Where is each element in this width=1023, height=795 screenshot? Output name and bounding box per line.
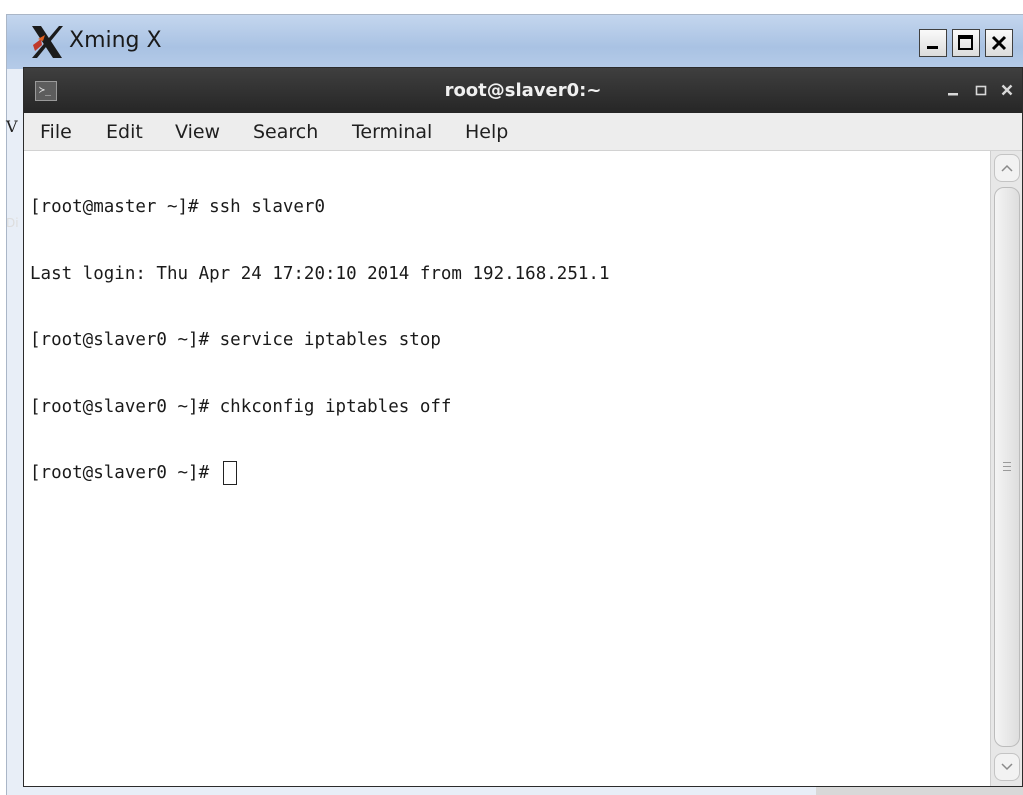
background-text-fragment: V — [6, 117, 18, 136]
terminal-line: [root@slaver0 ~]# chkconfig iptables off — [30, 396, 452, 417]
grip-line — [1003, 462, 1011, 463]
terminal-prompt-line: [root@slaver0 ~]# — [30, 460, 609, 487]
terminal-line: Last login: Thu Apr 24 17:20:10 2014 fro… — [30, 263, 610, 284]
scroll-down-button[interactable] — [994, 753, 1020, 781]
xming-minimize-button[interactable] — [919, 29, 947, 57]
close-icon — [991, 35, 1007, 51]
terminal-minimize-button[interactable] — [942, 79, 964, 101]
scroll-up-button[interactable] — [994, 154, 1020, 182]
terminal-prompt: [root@slaver0 ~]# — [30, 463, 220, 483]
text-cursor — [222, 461, 237, 485]
scroll-thumb[interactable] — [994, 187, 1020, 747]
menu-view[interactable]: View — [175, 121, 220, 143]
screen: Xming X V Di ≻_ root@slaver0:~ File Edit… — [0, 0, 1023, 795]
terminal-window-title: root@slaver0:~ — [444, 80, 602, 101]
terminal-window: ≻_ root@slaver0:~ File Edit View Search … — [23, 67, 1023, 787]
terminal-titlebar[interactable]: ≻_ root@slaver0:~ — [24, 68, 1022, 113]
xming-close-button[interactable] — [985, 29, 1013, 57]
background-text-fragment-small: Di — [6, 216, 19, 230]
menu-bar: File Edit View Search Terminal Help — [24, 113, 1022, 151]
terminal-text: [root@master ~]# ssh slaver0 Last login:… — [30, 154, 609, 527]
terminal-close-button[interactable] — [996, 79, 1018, 101]
menu-terminal[interactable]: Terminal — [352, 121, 432, 143]
menu-help[interactable]: Help — [465, 121, 508, 143]
xming-maximize-button[interactable] — [952, 29, 980, 57]
terminal-line: [root@slaver0 ~]# service iptables stop — [30, 330, 441, 350]
xming-logo-icon — [32, 26, 63, 58]
close-icon — [1001, 84, 1013, 96]
grip-line — [1003, 466, 1011, 467]
terminal-maximize-button[interactable] — [970, 79, 992, 101]
minimize-icon — [927, 46, 938, 49]
terminal-line: [root@master ~]# ssh slaver0 — [30, 197, 326, 217]
maximize-icon — [975, 85, 987, 96]
vertical-scrollbar[interactable] — [990, 151, 1022, 786]
menu-search[interactable]: Search — [253, 121, 318, 143]
menu-edit[interactable]: Edit — [106, 121, 143, 143]
xming-titlebar[interactable]: Xming X — [7, 15, 1023, 69]
menu-file[interactable]: File — [40, 121, 72, 143]
minimize-icon — [948, 93, 958, 96]
chevron-up-icon — [1001, 164, 1013, 172]
xming-window-title: Xming X — [69, 28, 162, 53]
chevron-down-icon — [1001, 763, 1013, 771]
terminal-output[interactable]: [root@master ~]# ssh slaver0 Last login:… — [24, 151, 990, 786]
background-bottom-edge — [816, 787, 1023, 795]
maximize-icon — [958, 35, 973, 50]
grip-line — [1003, 470, 1011, 471]
